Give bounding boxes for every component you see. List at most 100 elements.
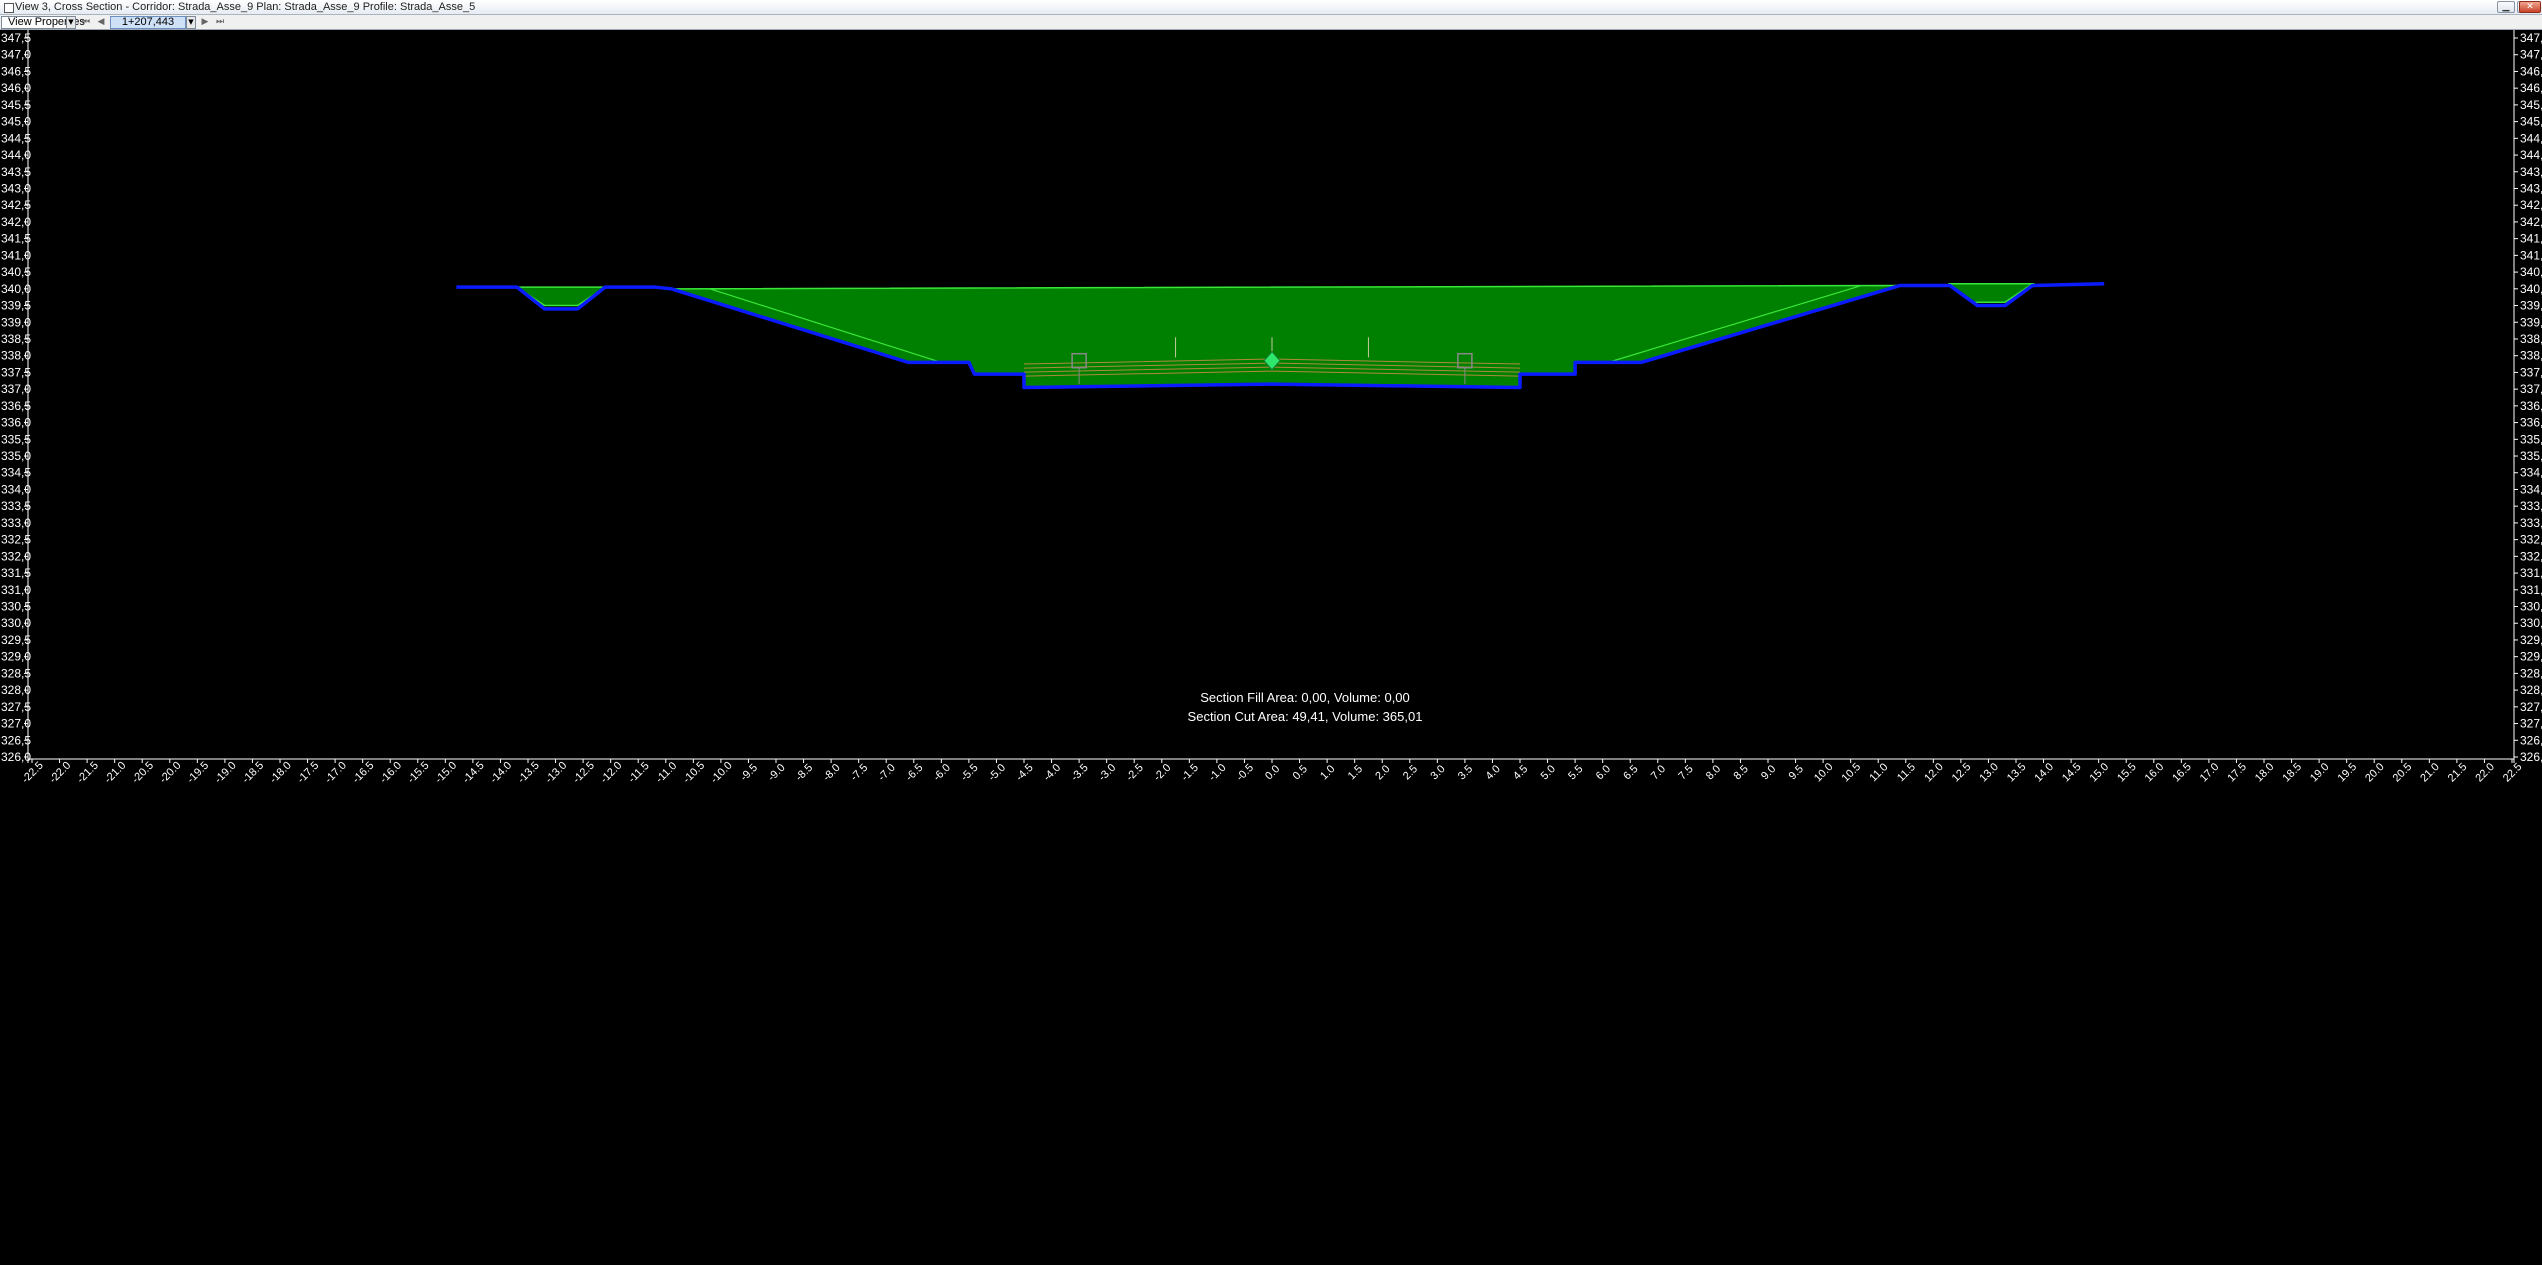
window-app-icon[interactable] bbox=[4, 3, 14, 13]
station-input[interactable]: 1+207,443 bbox=[110, 16, 186, 29]
y-tick-label-right: 327,5 bbox=[2520, 700, 2542, 714]
x-tick-label: -13.0 bbox=[543, 760, 569, 786]
y-tick-label-left: 342,5 bbox=[1, 198, 31, 212]
y-tick-label-right: 331,0 bbox=[2520, 583, 2542, 597]
minimize-button[interactable]: ▁ bbox=[2497, 1, 2515, 13]
y-tick-label-left: 326,5 bbox=[1, 733, 31, 747]
y-tick-label-right: 335,0 bbox=[2520, 449, 2542, 463]
y-tick-label-right: 347,0 bbox=[2520, 48, 2542, 62]
y-tick-label-left: 330,5 bbox=[1, 600, 31, 614]
y-tick-label-right: 339,0 bbox=[2520, 315, 2542, 329]
x-tick-label: -16.5 bbox=[350, 760, 376, 786]
y-tick-label-left: 347,0 bbox=[1, 48, 31, 62]
y-tick-label-right: 334,5 bbox=[2520, 466, 2542, 480]
y-tick-label-right: 340,5 bbox=[2520, 265, 2542, 279]
y-tick-label-right: 346,5 bbox=[2520, 64, 2542, 78]
y-tick-label-right: 341,0 bbox=[2520, 248, 2542, 262]
x-tick-label: -0.5 bbox=[1234, 762, 1256, 784]
view-properties-dropdown[interactable]: ▼ bbox=[66, 16, 76, 29]
y-tick-label-left: 327,0 bbox=[1, 717, 31, 731]
y-tick-label-left: 335,5 bbox=[1, 432, 31, 446]
y-tick-label-left: 336,5 bbox=[1, 399, 31, 413]
last-icon: ⏭ bbox=[215, 17, 225, 27]
x-tick-label: 12.0 bbox=[1922, 761, 1946, 785]
y-tick-label-left: 343,0 bbox=[1, 181, 31, 195]
x-tick-label: 20.5 bbox=[2391, 761, 2415, 785]
x-tick-label: -9.5 bbox=[738, 762, 760, 784]
y-tick-label-left: 337,5 bbox=[1, 365, 31, 379]
x-tick-label: 12.5 bbox=[1950, 761, 1974, 785]
x-tick-label: 8.0 bbox=[1704, 763, 1723, 782]
y-tick-label-right: 343,5 bbox=[2520, 165, 2542, 179]
cross-section-view[interactable]: 347,5 347,0 346,5 346,0 345,5 345,0 344,5 344,0… bbox=[0, 30, 2542, 1265]
y-tick-label-left: 327,5 bbox=[1, 700, 31, 714]
x-tick-label: 5.5 bbox=[1566, 763, 1585, 782]
x-tick-label: -10.5 bbox=[681, 760, 707, 786]
first-icon: ⏮ bbox=[81, 17, 91, 27]
y-tick-label-left: 336,0 bbox=[1, 416, 31, 430]
x-tick-label: -5.0 bbox=[986, 762, 1008, 784]
x-tick-label: -10.0 bbox=[708, 760, 734, 786]
y-tick-label-left: 328,0 bbox=[1, 683, 31, 697]
x-tick-label: 9.0 bbox=[1759, 763, 1778, 782]
x-tick-label: -2.5 bbox=[1124, 762, 1146, 784]
x-tick-label: 14.0 bbox=[2032, 761, 2056, 785]
y-tick-label-left: 328,5 bbox=[1, 666, 31, 680]
x-tick-label: 4.5 bbox=[1511, 763, 1530, 782]
y-tick-label-right: 333,0 bbox=[2520, 516, 2542, 530]
y-tick-label-right: 342,5 bbox=[2520, 198, 2542, 212]
x-tick-label: 17.5 bbox=[2225, 761, 2249, 785]
x-tick-label: -7.0 bbox=[876, 762, 898, 784]
x-tick-label: 15.5 bbox=[2115, 761, 2139, 785]
window-title: View 3, Cross Section - Corridor: Strada… bbox=[15, 1, 476, 13]
y-tick-label-right: 342,0 bbox=[2520, 215, 2542, 229]
x-tick-label: 18.0 bbox=[2253, 761, 2277, 785]
x-tick-label: 1.5 bbox=[1346, 763, 1365, 782]
y-tick-label-right: 326,0 bbox=[2520, 750, 2542, 764]
x-tick-label: -14.0 bbox=[488, 760, 514, 786]
first-station-button[interactable]: ⏮ bbox=[79, 16, 93, 29]
y-tick-label-right: 330,0 bbox=[2520, 616, 2542, 630]
y-tick-label-right: 347,5 bbox=[2520, 31, 2542, 45]
x-tick-label: 1.0 bbox=[1318, 763, 1337, 782]
y-tick-label-right: 337,0 bbox=[2520, 382, 2542, 396]
y-tick-label-right: 326,5 bbox=[2520, 733, 2542, 747]
window-title-bar: View 3, Cross Section - Corridor: Strada… bbox=[0, 0, 2542, 15]
fill-area-label: Section Fill Area: 0,00, Volume: 0,00 bbox=[1200, 690, 1410, 705]
x-tick-label: 0.5 bbox=[1291, 763, 1310, 782]
y-tick-label-right: 333,5 bbox=[2520, 499, 2542, 513]
x-tick-label: 14.5 bbox=[2060, 761, 2084, 785]
x-tick-label: -19.0 bbox=[212, 760, 238, 786]
y-tick-label-left: 340,0 bbox=[1, 282, 31, 296]
x-tick-label: -16.0 bbox=[378, 760, 404, 786]
previous-station-button[interactable]: ◀ bbox=[94, 16, 108, 29]
y-tick-label-right: 338,0 bbox=[2520, 349, 2542, 363]
x-tick-label: -11.0 bbox=[654, 760, 680, 786]
y-tick-label-left: 344,0 bbox=[1, 148, 31, 162]
x-tick-label: -4.5 bbox=[1014, 762, 1036, 784]
x-tick-label: 2.5 bbox=[1401, 763, 1420, 782]
y-tick-label-right: 338,5 bbox=[2520, 332, 2542, 346]
y-tick-label-right: 346,0 bbox=[2520, 81, 2542, 95]
station-dropdown[interactable]: ▼ bbox=[186, 16, 196, 29]
view-properties-button[interactable]: View Properties bbox=[1, 16, 85, 29]
x-tick-label: 21.5 bbox=[2446, 761, 2470, 785]
next-station-button[interactable]: ▶ bbox=[198, 16, 212, 29]
y-tick-label-left: 347,5 bbox=[1, 31, 31, 45]
x-tick-label: -17.0 bbox=[323, 760, 349, 786]
x-tick-label: -7.5 bbox=[848, 762, 870, 784]
last-station-button[interactable]: ⏭ bbox=[213, 16, 227, 29]
cut-area-label: Section Cut Area: 49,41, Volume: 365,01 bbox=[1188, 709, 1423, 724]
x-tick-label: 7.5 bbox=[1676, 763, 1695, 782]
x-tick-label: 0.0 bbox=[1263, 763, 1282, 782]
y-tick-label-right: 345,5 bbox=[2520, 98, 2542, 112]
close-button[interactable]: ✕ bbox=[2519, 1, 2541, 13]
y-tick-label-left: 341,5 bbox=[1, 232, 31, 246]
x-tick-label: -6.5 bbox=[904, 762, 926, 784]
y-tick-label-right: 344,5 bbox=[2520, 131, 2542, 145]
x-tick-label: 8.5 bbox=[1732, 763, 1751, 782]
y-tick-label-left: 339,0 bbox=[1, 315, 31, 329]
x-tick-label: -12.5 bbox=[571, 760, 597, 786]
x-tick-label: 6.5 bbox=[1621, 763, 1640, 782]
y-tick-label-right: 340,0 bbox=[2520, 282, 2542, 296]
